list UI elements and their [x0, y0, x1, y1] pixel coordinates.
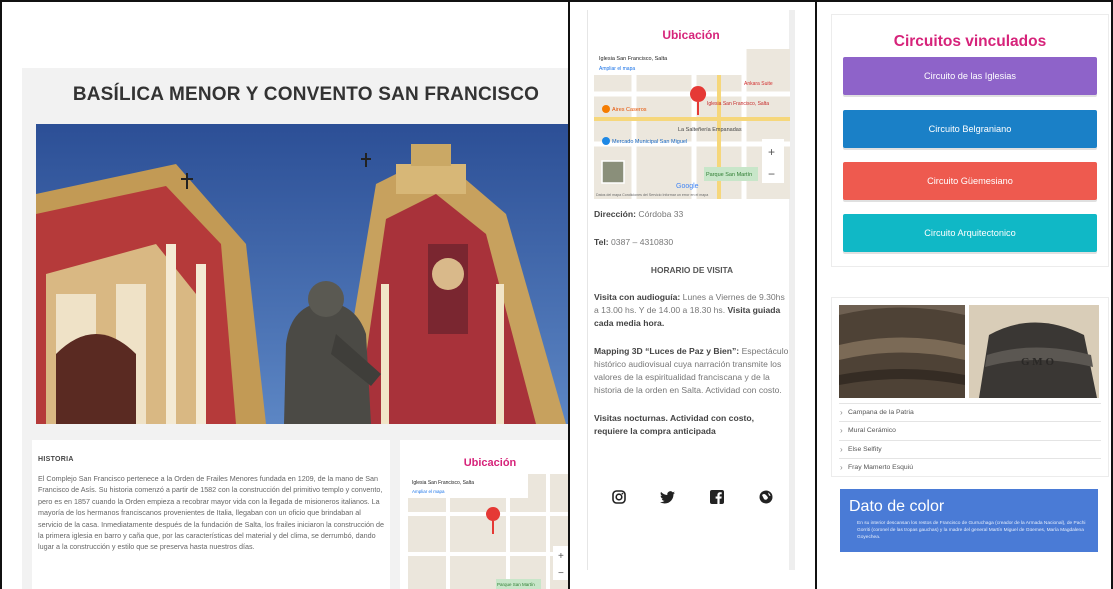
panel-circuits-sidebar: Circuitos vinculados Circuito de las Igl…: [817, 0, 1111, 589]
mini-map-zoom-out[interactable]: −: [558, 568, 564, 579]
related-sites-list: Campana de la Patria Mural Cerámico Else…: [839, 403, 1101, 477]
mini-map-park: Parque San Martín: [497, 582, 535, 587]
panel-location-info: Ubicación Iglesia San Francisco, Salta A…: [570, 0, 815, 589]
mini-map-embed[interactable]: Iglesia San Francisco, Salta Ampliar el …: [408, 474, 568, 589]
map-place-name: Iglesia San Francisco, Salta: [599, 56, 668, 62]
map-satellite-toggle[interactable]: [601, 160, 625, 184]
map-google-logo: Google: [676, 183, 699, 190]
history-text: El Complejo San Francisco pertenece a la…: [38, 474, 384, 552]
history-heading: HISTORIA: [38, 456, 74, 463]
panel-divider-1: [568, 0, 570, 589]
phone-value: 0387 – 4310830: [611, 237, 674, 247]
dato-text: En su interior descansan los restos de F…: [857, 521, 1086, 540]
map-poi-mercado: Mercado Municipal San Miguel: [612, 139, 687, 145]
frame-top-border: [0, 0, 1113, 2]
globe-icon[interactable]: [758, 489, 774, 505]
dato-de-color-box: Dato de color En su interior descansan l…: [840, 489, 1098, 552]
instagram-icon[interactable]: [611, 489, 627, 505]
map-poi-ankara: Ankara Suite: [744, 81, 773, 87]
map-enlarge-link[interactable]: Ampliar el mapa: [599, 66, 635, 72]
page-title: BASÍLICA MENOR Y CONVENTO SAN FRANCISCO: [72, 84, 540, 105]
map-embed[interactable]: Iglesia San Francisco, Salta Ampliar el …: [594, 49, 790, 199]
history-section: HISTORIA El Complejo San Francisco perte…: [32, 440, 390, 589]
mapping-label: Mapping 3D “Luces de Paz y Bien”:: [594, 346, 740, 356]
night-visit-row: Visitas nocturnas. Actividad con costo, …: [594, 412, 790, 438]
location-title: Ubicación: [662, 28, 720, 42]
map-zoom-in-button[interactable]: +: [768, 145, 775, 159]
social-links: [594, 489, 790, 505]
bell-photo-right[interactable]: G M O: [969, 305, 1099, 398]
panel-divider-2: [815, 0, 817, 589]
hero-photo-basilica: [36, 124, 568, 424]
map-market-icon: [602, 137, 610, 145]
list-item-mural[interactable]: Mural Cerámico: [839, 421, 1101, 441]
circuit-belgraniano-button[interactable]: Circuito Belgraniano: [843, 110, 1097, 148]
list-item-campana[interactable]: Campana de la Patria: [839, 403, 1101, 422]
dato-title: Dato de color: [849, 498, 945, 515]
phone-row: Tel: 0387 – 4310830: [594, 236, 790, 249]
address-value: Córdoba 33: [638, 209, 684, 219]
mini-map-enlarge-link[interactable]: Ampliar el mapa: [412, 489, 445, 494]
visit-info: Dirección: Córdoba 33 Tel: 0387 – 431083…: [594, 208, 790, 453]
map-poi-parque: Parque San Martín: [706, 172, 752, 178]
facebook-icon[interactable]: [709, 489, 725, 505]
mini-location-title: Ubicación: [463, 457, 517, 469]
svg-text:G M O: G M O: [1021, 356, 1054, 368]
phone-label: Tel:: [594, 237, 609, 247]
mini-map-zoom-in[interactable]: +: [558, 551, 564, 562]
bell-photo-left[interactable]: [839, 305, 965, 398]
circuit-guemesiano-button[interactable]: Circuito Güemesiano: [843, 162, 1097, 200]
mini-location-card: Ubicación Iglesia San Francisco, Salta A…: [400, 440, 568, 589]
circuits-title: Circuitos vinculados: [893, 33, 1047, 50]
schedule-heading: HORARIO DE VISITA: [650, 265, 734, 275]
panel-basilica-page: BASÍLICA MENOR Y CONVENTO SAN FRANCISCO: [2, 0, 568, 589]
map-pin-label: Iglesia San Francisco, Salta: [707, 101, 769, 107]
circuit-iglesias-button[interactable]: Circuito de las Iglesias: [843, 57, 1097, 95]
circuit-arquitectonico-button[interactable]: Circuito Arquitectonico: [843, 214, 1097, 252]
map-zoom-out-button[interactable]: −: [768, 167, 775, 181]
frame-left-border: [0, 0, 2, 589]
audioguide-row: Visita con audioguía: Lunes a Viernes de…: [594, 291, 790, 330]
map-poi-salteneria: La Salteñería Empanadas: [678, 127, 742, 133]
twitter-icon[interactable]: [660, 489, 676, 505]
audioguide-label: Visita con audioguía:: [594, 292, 681, 302]
mapping-row: Mapping 3D “Luces de Paz y Bien”: Espect…: [594, 345, 790, 397]
list-item-selfity[interactable]: Else Selfity: [839, 439, 1101, 459]
night-visit-text: Visitas nocturnas. Actividad con costo, …: [594, 413, 754, 436]
address-label: Dirección:: [594, 209, 637, 219]
map-poi-aires-caseros: Aires Caseros: [612, 107, 647, 113]
address-row: Dirección: Córdoba 33: [594, 208, 790, 221]
map-poi-icon: [602, 105, 610, 113]
list-item-fray-mamerto[interactable]: Fray Mamerto Esquiú: [839, 457, 1101, 477]
mini-map-place: Iglesia San Francisco, Salta: [412, 480, 474, 486]
map-footer[interactable]: Datos del mapa Condiciones del Servicio …: [596, 193, 708, 197]
